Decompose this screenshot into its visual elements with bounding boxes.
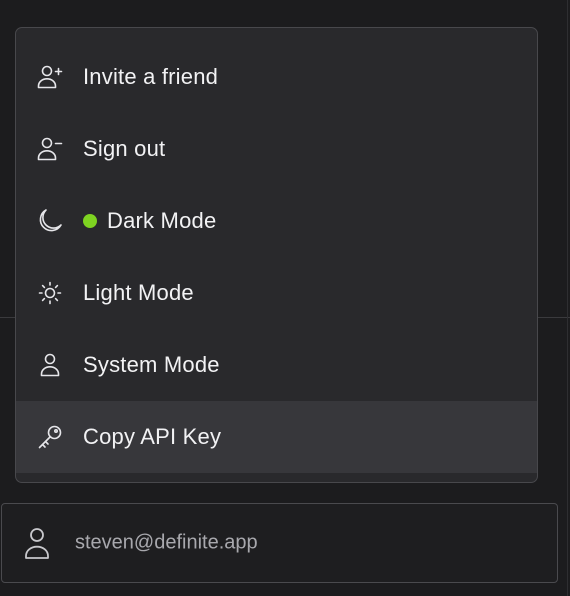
key-icon — [35, 422, 65, 452]
moon-icon — [35, 206, 65, 236]
background-edge — [567, 0, 568, 596]
menu-item-dark-mode[interactable]: Dark Mode — [16, 185, 537, 257]
menu-item-label: Light Mode — [83, 280, 194, 305]
menu-item-sign-out[interactable]: Sign out — [16, 113, 537, 185]
active-mode-dot — [83, 214, 97, 228]
user-icon — [35, 350, 65, 380]
menu-item-label: Copy API Key — [83, 424, 222, 449]
menu-item-label: Sign out — [83, 136, 166, 161]
menu-item-label: System Mode — [83, 352, 220, 377]
sun-icon — [35, 278, 65, 308]
user-icon — [18, 524, 56, 562]
menu-item-label: Invite a friend — [83, 64, 219, 89]
user-plus-icon — [35, 62, 65, 92]
menu-item-system-mode[interactable]: System Mode — [16, 329, 537, 401]
account-menu: Invite a friend Sign out Dark Mode Light… — [15, 27, 538, 483]
user-minus-icon — [35, 134, 65, 164]
menu-item-light-mode[interactable]: Light Mode — [16, 257, 537, 329]
menu-item-invite-friend[interactable]: Invite a friend — [16, 41, 537, 113]
menu-item-copy-api-key[interactable]: Copy API Key — [16, 401, 537, 473]
menu-item-label: Dark Mode — [107, 208, 217, 233]
account-button[interactable]: steven@definite.app — [1, 503, 558, 583]
account-email: steven@definite.app — [75, 531, 258, 554]
